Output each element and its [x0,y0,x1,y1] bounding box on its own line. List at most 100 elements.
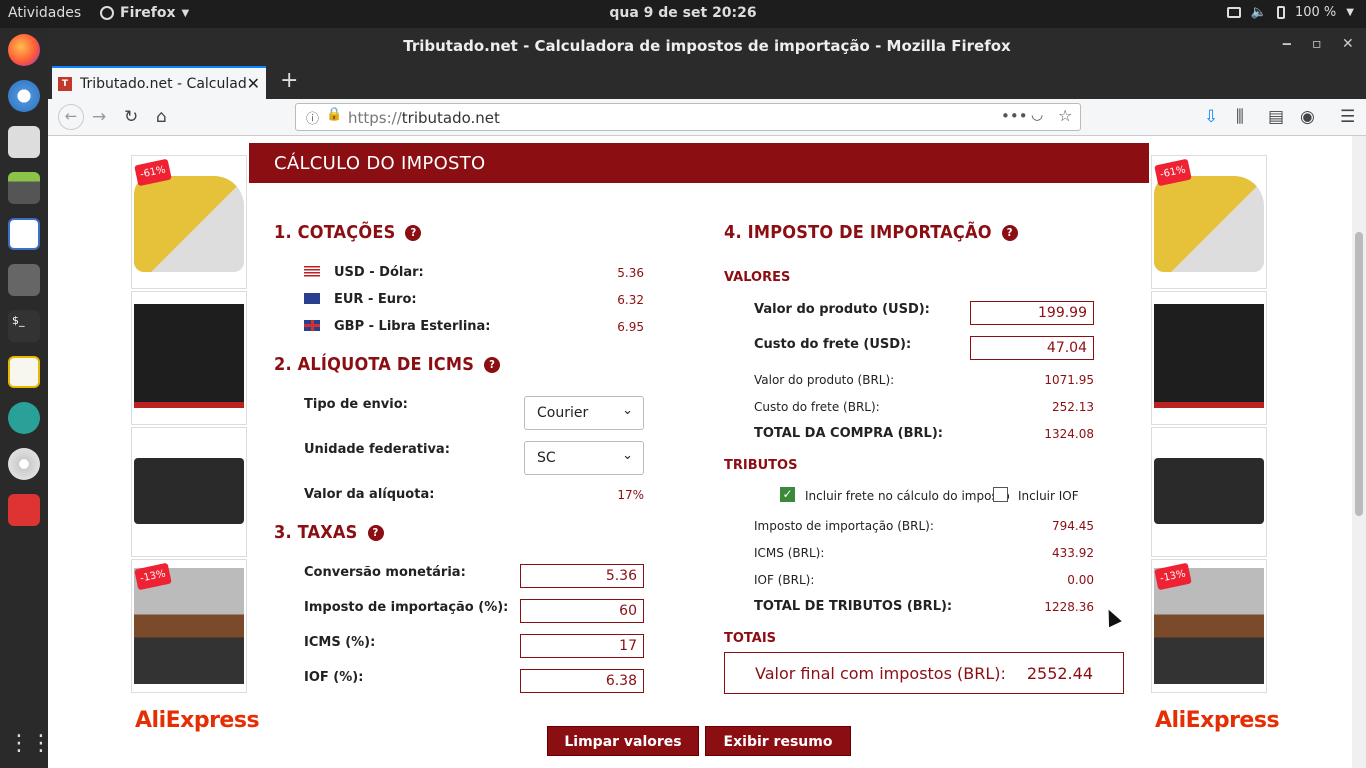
ii-percent-input[interactable]: 60 [520,599,644,623]
valores-subtitle: VALORES [724,270,791,285]
close-icon[interactable]: ✕ [1342,36,1354,52]
limpar-valores-button[interactable]: Limpar valores [547,726,699,756]
battery-icon [1276,6,1285,19]
conversao-input[interactable]: 5.36 [520,564,644,588]
help-icon[interactable]: ? [367,525,384,541]
maximize-icon[interactable]: ▫ [1312,36,1322,52]
icms-percent-input[interactable]: 17 [520,634,644,658]
tributos-subtitle: TRIBUTOS [724,458,798,473]
incluir-iof-checkbox[interactable] [993,487,1008,502]
help-icon[interactable]: ? [484,357,501,373]
section-aliquota-title: 2. ALÍQUOTA DE ICMS? [274,354,501,375]
prod-usd-input[interactable]: 199.99 [970,301,1094,325]
menu-icon[interactable]: ☰ [1340,107,1355,127]
uf-select[interactable]: SC ⌄ [524,441,644,475]
exibir-resumo-button[interactable]: Exibir resumo [705,726,851,756]
incluir-iof-label[interactable]: Incluir IOF [1018,489,1079,503]
app-menu[interactable]: Firefox ▼ [100,5,189,21]
gbp-label-text: GBP - Libra Esterlina: [334,319,491,334]
bookmark-star-icon[interactable]: ☆ [1058,106,1072,125]
terminal-icon[interactable]: $_ [8,310,40,342]
lock-icon: 🔒 [326,107,343,122]
ad-product-car[interactable]: -61% [131,155,247,289]
section-taxas-title: 3. TAXAS? [274,522,384,543]
help-icon[interactable]: ? [1001,225,1018,241]
close-tab-icon[interactable]: ✕ [247,74,260,93]
document-icon[interactable] [8,218,40,250]
back-icon[interactable]: ← [58,104,84,130]
page-actions-icon[interactable]: ••• [1001,107,1028,125]
aliquota-value: 17% [617,488,644,502]
frete-usd-input[interactable]: 47.04 [970,336,1094,360]
downloads-icon[interactable]: ⇩ [1204,107,1218,127]
incluir-frete-label[interactable]: Incluir frete no cálculo do imposto [805,489,1010,503]
chevron-down-icon: ⌄ [622,403,633,418]
eu-flag-icon [304,293,320,304]
radio-image [134,458,244,524]
ad-product-radio[interactable] [131,427,247,557]
home-icon[interactable]: ⌂ [156,107,167,127]
frete-brl-label: Custo do frete (BRL): [754,400,880,414]
presentation-icon[interactable] [8,494,40,526]
app-grid-icon[interactable]: ⋮⋮ [8,728,52,760]
chevron-down-icon: ▼ [1346,7,1354,18]
url-bar[interactable]: ⓘ 🔒 https://tributado.net ••• ◡ ☆ [295,103,1081,131]
gnome-top-bar: Atividades Firefox ▼ qua 9 de set 20:26 … [0,0,1366,28]
usd-label: USD - Dólar: [304,265,424,280]
total-compra-value: 1324.08 [1044,427,1094,441]
aliexpress-logo[interactable]: AliExpress [135,708,260,733]
text-editor-icon[interactable] [8,356,40,388]
info-icon[interactable]: ⓘ [306,108,319,127]
section-imposto-title: 4. IMPOSTO DE IMPORTAÇÃO? [724,222,1018,243]
page-scrollbar[interactable] [1352,136,1366,768]
scrollbar-thumb[interactable] [1355,232,1363,516]
minimize-icon[interactable]: ‒ [1282,36,1292,52]
ad-product-box[interactable] [131,291,247,425]
forward-icon[interactable]: → [92,107,106,127]
account-icon[interactable]: ◉ [1300,107,1315,127]
usd-label-text: USD - Dólar: [334,265,424,280]
tipo-envio-select[interactable]: Courier ⌄ [524,396,644,430]
totais-subtitle: TOTAIS [724,631,777,646]
page-content: ⓘ ✕ -61% -13% AliExpress ⓘ ✕ -61% -13% A… [48,136,1352,768]
usd-value: 5.36 [617,266,644,280]
ad-product-motorcycle[interactable]: -13% [131,559,247,693]
system-tray[interactable]: 🔈 100 % ▼ [1226,5,1354,20]
firefox-app-icon [100,6,114,20]
firefox-icon[interactable] [8,34,40,66]
aliexpress-logo[interactable]: AliExpress [1155,708,1280,733]
library-icon[interactable]: ⫼ [1236,107,1244,127]
calculator-icon[interactable] [8,264,40,296]
tab-tributado[interactable]: T Tributado.net - Calculad ✕ [52,66,266,99]
new-tab-icon[interactable]: + [280,68,298,93]
conversao-label: Conversão monetária: [304,565,466,580]
total-compra-label: TOTAL DA COMPRA (BRL): [754,426,943,441]
clock-container: qua 9 de set 20:26 [0,5,1366,21]
radio-image [1154,458,1264,524]
tipo-envio-value: Courier [537,405,589,421]
chromium-icon[interactable] [8,80,40,112]
ad-product-box[interactable] [1151,291,1267,425]
frete-usd-label: Custo do frete (USD): [754,337,912,352]
sidebar-icon[interactable]: ▤ [1268,107,1284,127]
clock[interactable]: qua 9 de set 20:26 [609,5,756,21]
mail-icon[interactable] [8,126,40,158]
iof-percent-input[interactable]: 6.38 [520,669,644,693]
incluir-frete-checkbox[interactable]: ✓ [780,487,795,502]
icms-brl-label: ICMS (BRL): [754,546,825,560]
total-tributos-value: 1228.36 [1044,600,1094,614]
files-icon[interactable] [8,172,40,204]
final-total-box: Valor final com impostos (BRL): 2552.44 [724,652,1124,694]
disc-icon[interactable] [8,448,40,480]
pocket-icon[interactable]: ◡ [1031,107,1043,123]
prod-brl-label: Valor do produto (BRL): [754,373,895,387]
ad-product-car[interactable]: -61% [1151,155,1267,289]
ad-product-radio[interactable] [1151,427,1267,557]
ad-product-motorcycle[interactable]: -13% [1151,559,1267,693]
help-icon[interactable]: ? [405,225,422,241]
url-host: tributado.net [401,109,500,127]
reload-icon[interactable]: ↻ [124,107,138,127]
camera-icon[interactable] [8,402,40,434]
activities-button[interactable]: Atividades [8,5,81,21]
aliquota-label: Valor da alíquota: [304,487,435,502]
